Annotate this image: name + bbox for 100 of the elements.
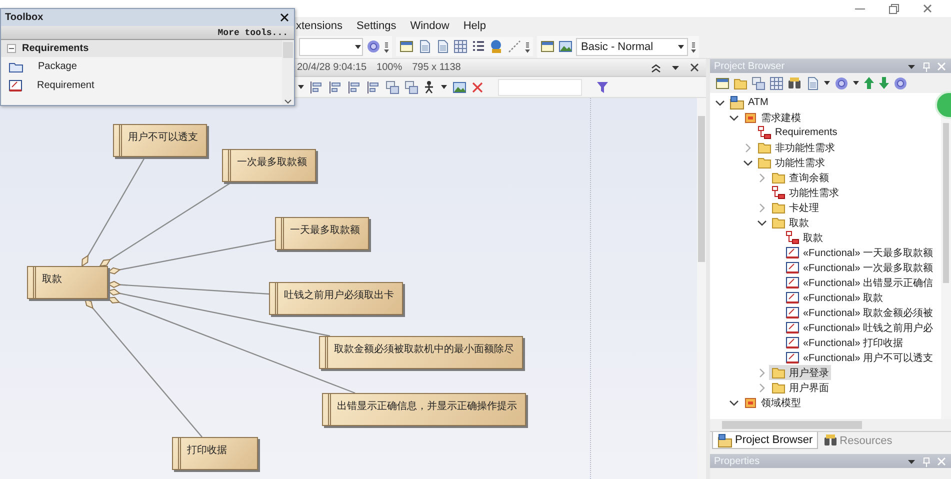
tree-item[interactable]: «Functional» 吐钱之前用户必 xyxy=(783,320,936,335)
align-icon[interactable] xyxy=(328,80,343,94)
caret-icon[interactable] xyxy=(440,83,448,91)
disc-icon[interactable] xyxy=(834,76,849,90)
collapse-icon[interactable] xyxy=(7,44,16,53)
group-header[interactable]: Requirements xyxy=(22,43,89,54)
requirement-icon xyxy=(785,290,800,305)
stack-icon[interactable] xyxy=(404,80,419,94)
scrollbar-thumb[interactable] xyxy=(722,421,862,429)
tree-item[interactable]: 需求建模 xyxy=(741,110,803,125)
double-chevron-icon[interactable] xyxy=(650,62,662,74)
document-icon[interactable] xyxy=(435,39,450,54)
document-icon[interactable] xyxy=(417,39,432,54)
disc-icon[interactable] xyxy=(366,39,381,54)
scrollbar-thumb[interactable] xyxy=(943,123,949,283)
grip-icon[interactable] xyxy=(525,40,530,52)
line-icon[interactable] xyxy=(507,39,522,54)
tree-item[interactable]: 功能性需求 xyxy=(769,185,841,200)
menu-item[interactable]: Help xyxy=(463,18,494,34)
requirement-node[interactable]: 打印收据 xyxy=(172,437,258,470)
tree-item[interactable]: «Functional» 打印收据 xyxy=(783,335,906,350)
tree-item[interactable]: 非功能性需求 xyxy=(755,140,837,155)
requirement-node[interactable]: 用户不可以透支 xyxy=(113,124,207,157)
grip-icon[interactable] xyxy=(384,40,389,52)
menu-item[interactable]: Settings xyxy=(356,18,404,34)
scrollbar-thumb[interactable] xyxy=(698,116,705,262)
tree-item[interactable]: 用户登录 xyxy=(769,365,831,380)
tree-item[interactable]: «Functional» 取款 xyxy=(783,290,886,305)
window-icon[interactable] xyxy=(715,76,730,90)
toolbox-item[interactable]: Requirement xyxy=(37,80,94,91)
grid-icon[interactable] xyxy=(769,76,784,90)
tree-item[interactable]: 取款 xyxy=(783,230,825,245)
requirement-node[interactable]: 出错显示正确信息，并显示正确操作提示 xyxy=(322,393,526,426)
requirement-node[interactable]: 取款金额必须被取款机中的最小面额除尽 xyxy=(319,336,523,369)
tree-item[interactable]: «Functional» 取款金额必须被 xyxy=(783,305,936,320)
align-icon[interactable] xyxy=(347,80,362,94)
list-icon[interactable] xyxy=(471,39,486,54)
scrollbar-thumb[interactable] xyxy=(283,42,293,58)
panel-title: Project Browser xyxy=(714,60,785,72)
chevron-down-icon[interactable] xyxy=(284,98,292,105)
menu-item[interactable]: Window xyxy=(410,18,458,34)
grip-icon[interactable] xyxy=(691,40,696,52)
more-tools-link[interactable]: More tools... xyxy=(218,28,288,38)
delete-icon[interactable] xyxy=(471,80,484,94)
restore-icon[interactable] xyxy=(888,2,900,14)
caret-icon[interactable] xyxy=(823,79,831,87)
panel-tab[interactable]: Project Browser xyxy=(712,432,818,449)
arrow-down-icon[interactable] xyxy=(878,76,890,90)
window-icon[interactable] xyxy=(540,39,555,54)
tree-item[interactable]: «Functional» 一次最多取款额 xyxy=(783,260,936,275)
tree-item[interactable]: 用户界面 xyxy=(769,380,831,395)
caret-icon[interactable] xyxy=(852,79,860,87)
caret-icon[interactable] xyxy=(354,42,362,50)
tree-item[interactable]: 功能性需求 xyxy=(755,155,827,170)
globe-icon[interactable] xyxy=(489,39,504,54)
package-icon xyxy=(729,95,745,110)
diagram-info: 20/4/28 9:04:15 xyxy=(297,62,367,73)
tree-item[interactable]: «Functional» 一天最多取款额 xyxy=(783,245,936,260)
perspective-dropdown[interactable]: Basic - Normal xyxy=(576,38,688,56)
binoculars-icon[interactable] xyxy=(822,433,838,448)
caret-icon[interactable] xyxy=(677,42,685,50)
grid-icon[interactable] xyxy=(453,39,468,54)
close-icon[interactable] xyxy=(689,62,700,72)
stack-icon[interactable] xyxy=(385,80,400,94)
tree-item[interactable]: 领域模型 xyxy=(741,395,803,410)
connector[interactable] xyxy=(84,298,202,438)
image-icon[interactable] xyxy=(452,80,467,94)
requirement-node[interactable]: 吐钱之前用户必须取出卡 xyxy=(269,282,403,315)
stack-icon[interactable] xyxy=(751,76,766,90)
requirement-node[interactable]: 一天最多取款额 xyxy=(275,217,369,250)
tree-item[interactable]: Requirements xyxy=(755,125,840,140)
binoculars-icon[interactable] xyxy=(787,76,802,90)
align-icon[interactable] xyxy=(366,80,381,94)
view-icon xyxy=(743,110,758,125)
tree-item[interactable]: 查询余额 xyxy=(769,170,831,185)
toolbox-item[interactable]: Package xyxy=(38,61,77,72)
tree-item[interactable]: «Functional» 出错显示正确信 xyxy=(783,275,936,290)
requirement-node[interactable]: 取款 xyxy=(27,266,108,299)
filter-icon[interactable] xyxy=(596,80,609,94)
tree-item[interactable]: «Functional» 用户不可以透支 xyxy=(783,350,936,365)
figure-icon[interactable] xyxy=(423,80,436,94)
folder-icon xyxy=(771,215,786,230)
search-field[interactable] xyxy=(498,78,582,96)
connector[interactable] xyxy=(99,182,232,267)
scrollbar[interactable] xyxy=(282,40,294,105)
scrollbar[interactable] xyxy=(697,98,706,479)
requirement-icon xyxy=(785,335,800,350)
close-icon[interactable] xyxy=(279,12,290,23)
caret-icon[interactable] xyxy=(297,83,305,91)
connector[interactable] xyxy=(81,156,146,267)
tree-item[interactable]: 取款 xyxy=(769,215,811,230)
tree-item[interactable]: 卡处理 xyxy=(769,200,821,215)
align-icon[interactable] xyxy=(309,80,324,94)
view-icon xyxy=(743,395,758,410)
requirement-node[interactable]: 一次最多取款额 xyxy=(222,149,316,182)
window-icon[interactable] xyxy=(399,39,414,54)
menu-item[interactable]: xtensions xyxy=(296,18,350,34)
disc-icon[interactable] xyxy=(893,76,908,90)
image-icon[interactable] xyxy=(558,39,573,54)
tree-item[interactable]: ATM xyxy=(727,95,770,110)
